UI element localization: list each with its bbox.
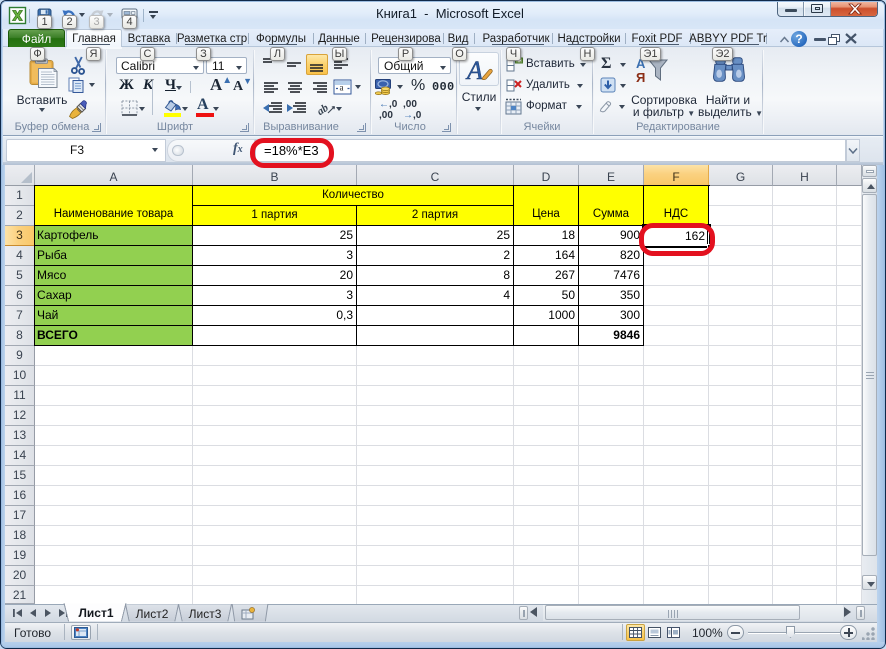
svg-text:a: a [340, 83, 344, 93]
svg-text:A: A [465, 56, 483, 85]
svg-text:Я: Я [636, 70, 645, 85]
svg-text:ab: ab [315, 102, 331, 118]
